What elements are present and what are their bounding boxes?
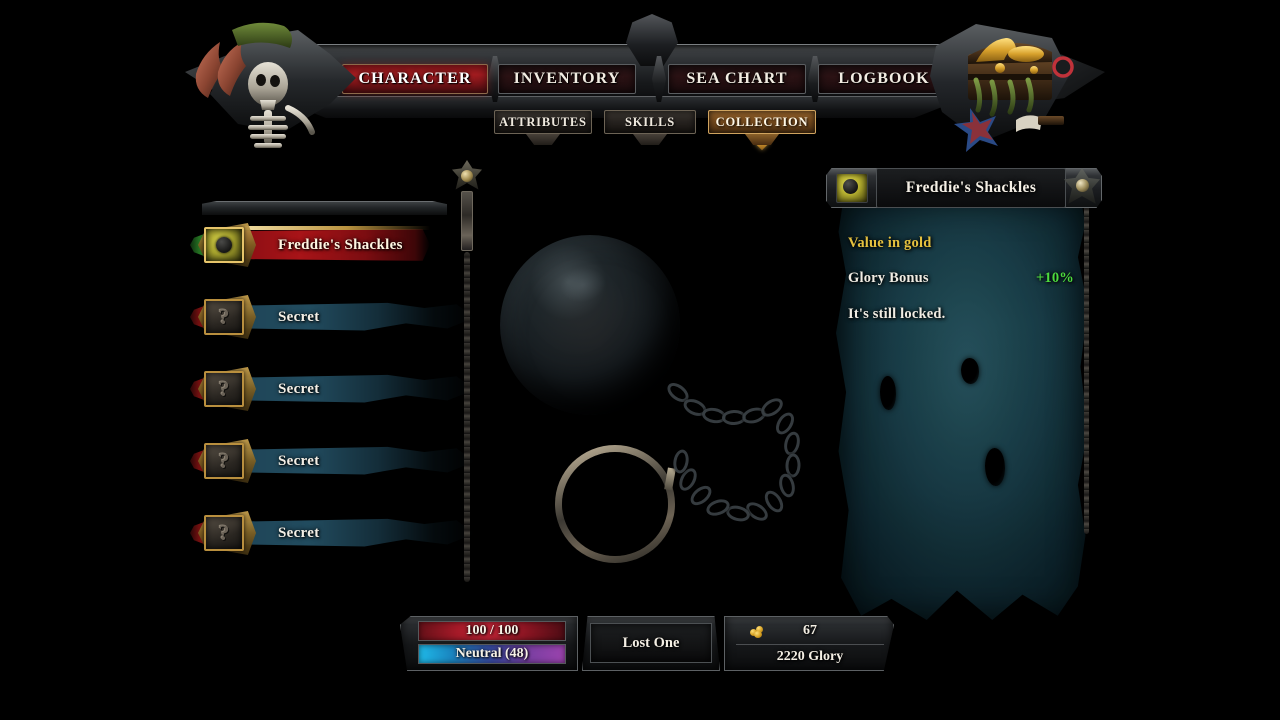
detail-panel-chain [1084,204,1089,534]
character-name-plate: Lost One [590,623,712,663]
cloth-banner-background [836,198,1088,620]
subtab-attributes[interactable]: ATTRIBUTES [494,110,592,134]
list-item[interactable]: ? Secret [190,367,490,411]
list-item-label: Secret [278,452,320,469]
stat-value: +10% [1035,269,1074,286]
alignment-bar: Neutral (48) [418,644,566,664]
bottom-hud: 100 / 100 Neutral (48) Lost One 67 2220 … [380,616,900,678]
cloth-hole [880,376,896,410]
locked-note: It's still locked. [848,303,1074,325]
item-preview-3d [470,180,840,600]
list-item[interactable]: ? Secret [190,511,490,555]
gold-amount: 67 [803,623,817,638]
list-item-label: Secret [278,380,320,397]
list-item[interactable]: Freddie's Shackles [190,223,490,267]
list-item[interactable]: ? Secret [190,295,490,339]
collection-list-panel: Freddie's Shackles ? Secret ? Secret ? S… [190,185,490,585]
cloth-hole [961,358,979,384]
treasure-chest-ornament-icon [930,24,1074,152]
question-mark-icon: ? [204,371,244,407]
stat-row-glory-bonus: Glory Bonus +10% [848,267,1074,289]
header-gem-icon [1076,179,1089,192]
detail-panel-title: Freddie's Shackles [876,168,1066,208]
subtab-skills[interactable]: SKILLS [604,110,696,134]
shackle-pin-icon [664,467,676,491]
list-item-label: Secret [278,308,320,325]
skeleton-crab-ornament-icon [195,22,356,148]
question-mark-icon: ? [204,515,244,551]
subtab-collection-label: COLLECTION [715,114,809,129]
list-item-label: Secret [278,524,320,541]
iron-ball-icon [500,235,680,415]
stat-label: Glory Bonus [848,269,929,286]
glory-amount: 2220 Glory [736,644,884,668]
game-screen: L2 R2 CHARACTER INVENTORY SEA CHART LOGB… [0,0,1280,720]
item-detail-panel: Freddie's Shackles Value in gold Glory B… [826,168,1102,620]
stat-label: Value in gold [848,234,932,251]
shackles-icon [836,173,868,203]
shackles-icon [204,227,244,263]
tab-inventory[interactable]: INVENTORY [498,64,636,94]
list-item[interactable]: ? Secret [190,439,490,483]
list-top-frame [202,201,447,215]
cloth-hole [985,448,1005,486]
stat-row-value-in-gold: Value in gold [848,232,1074,254]
active-diamond-icon [754,134,770,151]
shackle-cuff-icon [555,445,675,563]
subtab-collection[interactable]: COLLECTION [708,110,816,151]
list-item-label: Freddie's Shackles [278,236,403,253]
health-bar: 100 / 100 [418,621,566,641]
top-navigation-bar: L2 R2 CHARACTER INVENTORY SEA CHART LOGB… [0,0,1280,160]
question-mark-icon: ? [204,299,244,335]
question-mark-icon: ? [204,443,244,479]
locked-note-text: It's still locked. [848,305,946,322]
tab-sea-chart[interactable]: SEA CHART [668,64,806,94]
